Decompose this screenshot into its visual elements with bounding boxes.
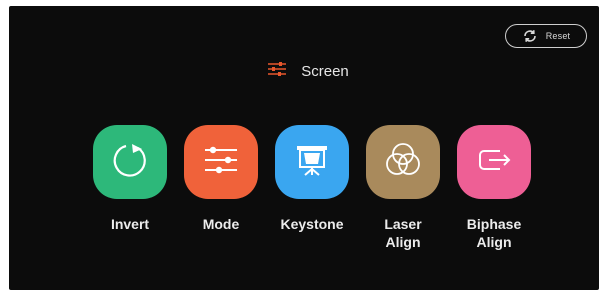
invert-label: Invert [110,216,150,232]
tile-biphase-align[interactable]: Biphase Align [457,125,531,251]
mode-button[interactable] [184,125,258,199]
tile-mode[interactable]: Mode [184,125,258,251]
projection-screen-icon [290,138,334,187]
rotate-arrows-icon [522,29,538,43]
overlapping-circles-icon [381,138,425,187]
rotate-icon [108,138,152,187]
page-header: Screen [9,60,603,82]
laser-align-button[interactable] [366,125,440,199]
tile-invert[interactable]: Invert [93,125,167,251]
sliders-icon [199,138,243,187]
sliders-icon [267,61,287,82]
mode-label: Mode [202,216,240,232]
biphase-align-button[interactable] [457,125,531,199]
laser-align-label: Laser Align [384,216,422,250]
arrow-out-icon [472,138,516,187]
tile-keystone[interactable]: Keystone [275,125,349,251]
invert-button[interactable] [93,125,167,199]
keystone-label: Keystone [280,216,344,232]
reset-label: Reset [545,31,571,41]
page-title: Screen [301,62,349,80]
screen-panel: Reset Screen Invert Mode Keystone Laser … [9,6,599,290]
function-tiles: Invert Mode Keystone Laser Align Biphase… [93,125,531,251]
reset-button[interactable]: Reset [505,24,587,48]
keystone-button[interactable] [275,125,349,199]
biphase-align-label: Biphase Align [466,216,522,250]
tile-laser-align[interactable]: Laser Align [366,125,440,251]
